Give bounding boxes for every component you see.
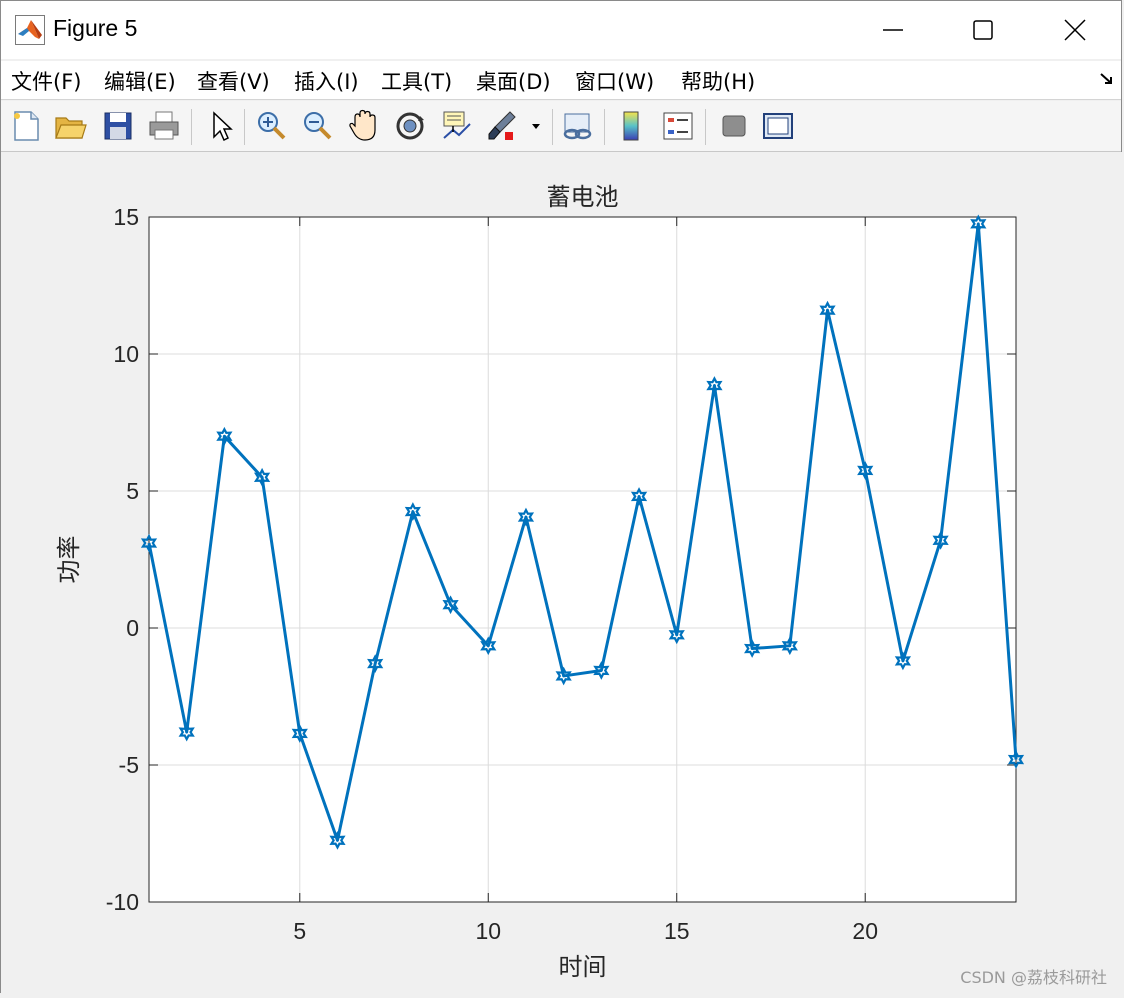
toolbar-separator <box>244 109 245 145</box>
new-figure-icon[interactable] <box>9 108 43 144</box>
figure-toolbar <box>1 101 1121 152</box>
x-tick-label: 10 <box>475 918 501 944</box>
show-plot-tools-icon[interactable] <box>761 108 795 144</box>
line-chart[interactable]: 5 10 15 20 -10 -5 0 5 10 15 蓄电池 时间 功率 <box>1 152 1123 994</box>
zoom-in-icon[interactable] <box>254 108 288 144</box>
save-icon[interactable] <box>101 108 135 144</box>
link-plot-icon[interactable] <box>561 108 595 144</box>
menu-desktop[interactable]: 桌面(D) <box>476 66 551 96</box>
toolbar-separator <box>705 109 706 145</box>
minimize-icon <box>883 29 903 31</box>
insert-legend-icon[interactable] <box>661 108 695 144</box>
close-button[interactable] <box>1029 1 1121 59</box>
close-icon <box>1064 19 1086 41</box>
toolbar-separator <box>604 109 605 145</box>
menu-view[interactable]: 查看(V) <box>197 66 270 96</box>
title-bar[interactable]: Figure 5 <box>1 1 1121 59</box>
open-file-icon[interactable] <box>53 108 87 144</box>
watermark: CSDN @荔枝科研社 <box>960 968 1107 987</box>
pan-hand-icon[interactable] <box>347 108 381 144</box>
menu-edit[interactable]: 编辑(E) <box>104 66 176 96</box>
matlab-logo-icon <box>15 15 45 45</box>
x-tick-label: 20 <box>852 918 878 944</box>
hide-plot-tools-icon[interactable] <box>717 108 751 144</box>
menu-tools[interactable]: 工具(T) <box>381 66 452 96</box>
y-tick-label: -5 <box>119 752 139 778</box>
y-axis-label: 功率 <box>55 536 83 584</box>
minimize-button[interactable] <box>847 1 939 59</box>
figure-canvas: 5 10 15 20 -10 -5 0 5 10 15 蓄电池 时间 功率 CSDN @荔枝科研社 <box>1 152 1123 994</box>
print-icon[interactable] <box>147 108 181 144</box>
data-cursor-icon[interactable] <box>439 108 473 144</box>
maximize-icon <box>973 20 993 40</box>
y-tick-label: 10 <box>113 341 139 367</box>
zoom-out-icon[interactable] <box>300 108 334 144</box>
menu-window[interactable]: 窗口(W) <box>575 66 654 96</box>
window-title: Figure 5 <box>53 15 138 41</box>
y-tick-label: 5 <box>126 478 139 504</box>
x-tick-label: 15 <box>664 918 690 944</box>
y-tick-label: -10 <box>106 889 139 915</box>
rotate-3d-icon[interactable] <box>393 108 427 144</box>
plot-area <box>149 217 1016 902</box>
y-tick-label: 15 <box>113 204 139 230</box>
menu-insert[interactable]: 插入(I) <box>294 66 359 96</box>
dock-arrow-icon[interactable] <box>1099 71 1115 87</box>
maximize-button[interactable] <box>937 1 1029 59</box>
x-axis-label: 时间 <box>559 953 607 981</box>
edit-plot-pointer-icon[interactable] <box>204 108 238 144</box>
menu-help[interactable]: 帮助(H) <box>681 66 755 96</box>
menu-bar: 文件(F) 编辑(E) 查看(V) 插入(I) 工具(T) 桌面(D) 窗口(W… <box>1 61 1121 100</box>
menu-file[interactable]: 文件(F) <box>11 66 81 96</box>
toolbar-separator <box>552 109 553 145</box>
insert-colorbar-icon[interactable] <box>615 108 649 144</box>
brush-icon[interactable] <box>486 108 520 144</box>
y-tick-label: 0 <box>126 615 139 641</box>
toolbar-separator <box>191 109 192 145</box>
brush-dropdown-icon[interactable] <box>527 108 545 144</box>
figure-window: Figure 5 文件(F) 编辑(E) 查看(V) 插入(I) 工具(T) 桌… <box>0 0 1123 994</box>
x-tick-label: 5 <box>293 918 306 944</box>
chart-title: 蓄电池 <box>547 183 619 211</box>
